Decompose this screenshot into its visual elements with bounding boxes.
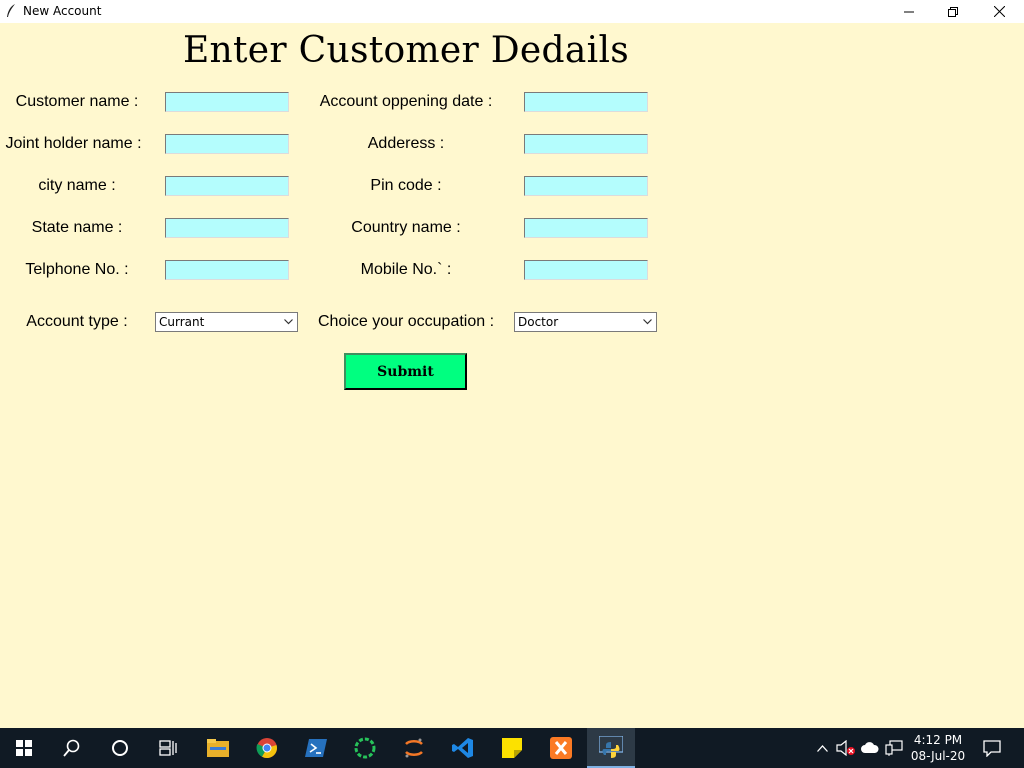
xampp-icon <box>550 737 572 759</box>
ring-app-button[interactable] <box>341 728 389 768</box>
windows-start-icon <box>16 740 32 756</box>
ring-app-icon <box>354 737 376 759</box>
pin-code-label: Pin code : <box>370 177 442 194</box>
sticky-notes-button[interactable] <box>488 728 536 768</box>
window-title: New Account <box>23 4 102 18</box>
notification-icon <box>983 739 1001 757</box>
chevron-down-icon <box>643 319 652 325</box>
minimize-icon <box>904 11 914 12</box>
search-button[interactable] <box>48 728 96 768</box>
powershell-button[interactable] <box>292 728 340 768</box>
minimize-button[interactable] <box>886 0 932 23</box>
sticky-notes-icon <box>502 738 522 758</box>
action-center-button[interactable] <box>978 728 1006 768</box>
country-name-label: Country name : <box>351 219 461 236</box>
restore-icon <box>948 6 958 17</box>
country-name-field[interactable] <box>524 218 648 238</box>
task-view-button[interactable] <box>144 728 192 768</box>
city-name-field[interactable] <box>165 176 289 196</box>
network-icon <box>885 740 903 756</box>
tray-overflow-button[interactable] <box>812 728 832 768</box>
close-icon <box>993 6 1005 17</box>
vscode-icon <box>452 738 473 758</box>
chevron-down-icon <box>284 319 293 325</box>
state-name-label: State name : <box>31 219 123 236</box>
file-explorer-button[interactable] <box>194 728 242 768</box>
telephone-field[interactable] <box>165 260 289 280</box>
telephone-label: Telphone No. : <box>25 261 129 278</box>
restore-button[interactable] <box>930 0 976 23</box>
page-title: Enter Customer Dedails <box>182 30 630 71</box>
occupation-label: Choice your occupation : <box>317 313 495 330</box>
taskbar: 4:12 PM 08-Jul-20 <box>0 728 1024 768</box>
address-field[interactable] <box>524 134 648 154</box>
customer-name-label: Customer name : <box>15 93 139 110</box>
joint-holder-name-field[interactable] <box>165 134 289 154</box>
clock-date: 08-Jul-20 <box>910 749 966 763</box>
account-opening-date-label: Account oppening date : <box>319 93 493 110</box>
account-type-value: Currant <box>159 315 205 329</box>
mobile-field[interactable] <box>524 260 648 280</box>
file-explorer-icon <box>207 739 229 757</box>
clock-time: 4:12 PM <box>913 733 963 747</box>
tk-feather-icon <box>7 4 15 17</box>
jupyter-button[interactable] <box>390 728 438 768</box>
search-icon <box>63 739 80 757</box>
cortana-button[interactable] <box>96 728 144 768</box>
address-label: Adderess : <box>367 135 445 152</box>
chrome-button[interactable] <box>243 728 291 768</box>
python-idle-button[interactable] <box>587 728 635 768</box>
close-button[interactable] <box>976 0 1022 23</box>
powershell-icon <box>305 739 327 757</box>
chrome-icon <box>256 738 277 759</box>
onedrive-button[interactable] <box>858 728 882 768</box>
system-clock[interactable]: 4:12 PM 08-Jul-20 <box>908 732 968 764</box>
windows-start-button[interactable] <box>0 728 48 768</box>
volume-button[interactable] <box>834 728 858 768</box>
cortana-icon <box>112 740 128 756</box>
volume-muted-icon <box>836 740 855 756</box>
xampp-button[interactable] <box>537 728 585 768</box>
account-opening-date-field[interactable] <box>524 92 648 112</box>
mobile-label: Mobile No.` : <box>360 261 452 278</box>
account-type-label: Account type : <box>26 313 128 330</box>
task-view-icon <box>159 740 177 756</box>
pin-code-field[interactable] <box>524 176 648 196</box>
network-button[interactable] <box>882 728 906 768</box>
jupyter-icon <box>405 738 423 758</box>
customer-name-field[interactable] <box>165 92 289 112</box>
state-name-field[interactable] <box>165 218 289 238</box>
title-bar: New Account <box>0 0 1024 23</box>
chevron-up-icon <box>816 744 828 752</box>
vscode-button[interactable] <box>439 728 487 768</box>
city-name-label: city name : <box>38 177 116 194</box>
cloud-icon <box>861 742 879 753</box>
python-idle-icon <box>599 736 623 758</box>
joint-holder-name-label: Joint holder name : <box>5 135 142 152</box>
occupation-select[interactable]: Doctor <box>514 312 657 332</box>
account-type-select[interactable]: Currant <box>155 312 298 332</box>
submit-button[interactable]: Submit <box>344 353 467 390</box>
occupation-value: Doctor <box>518 315 559 329</box>
